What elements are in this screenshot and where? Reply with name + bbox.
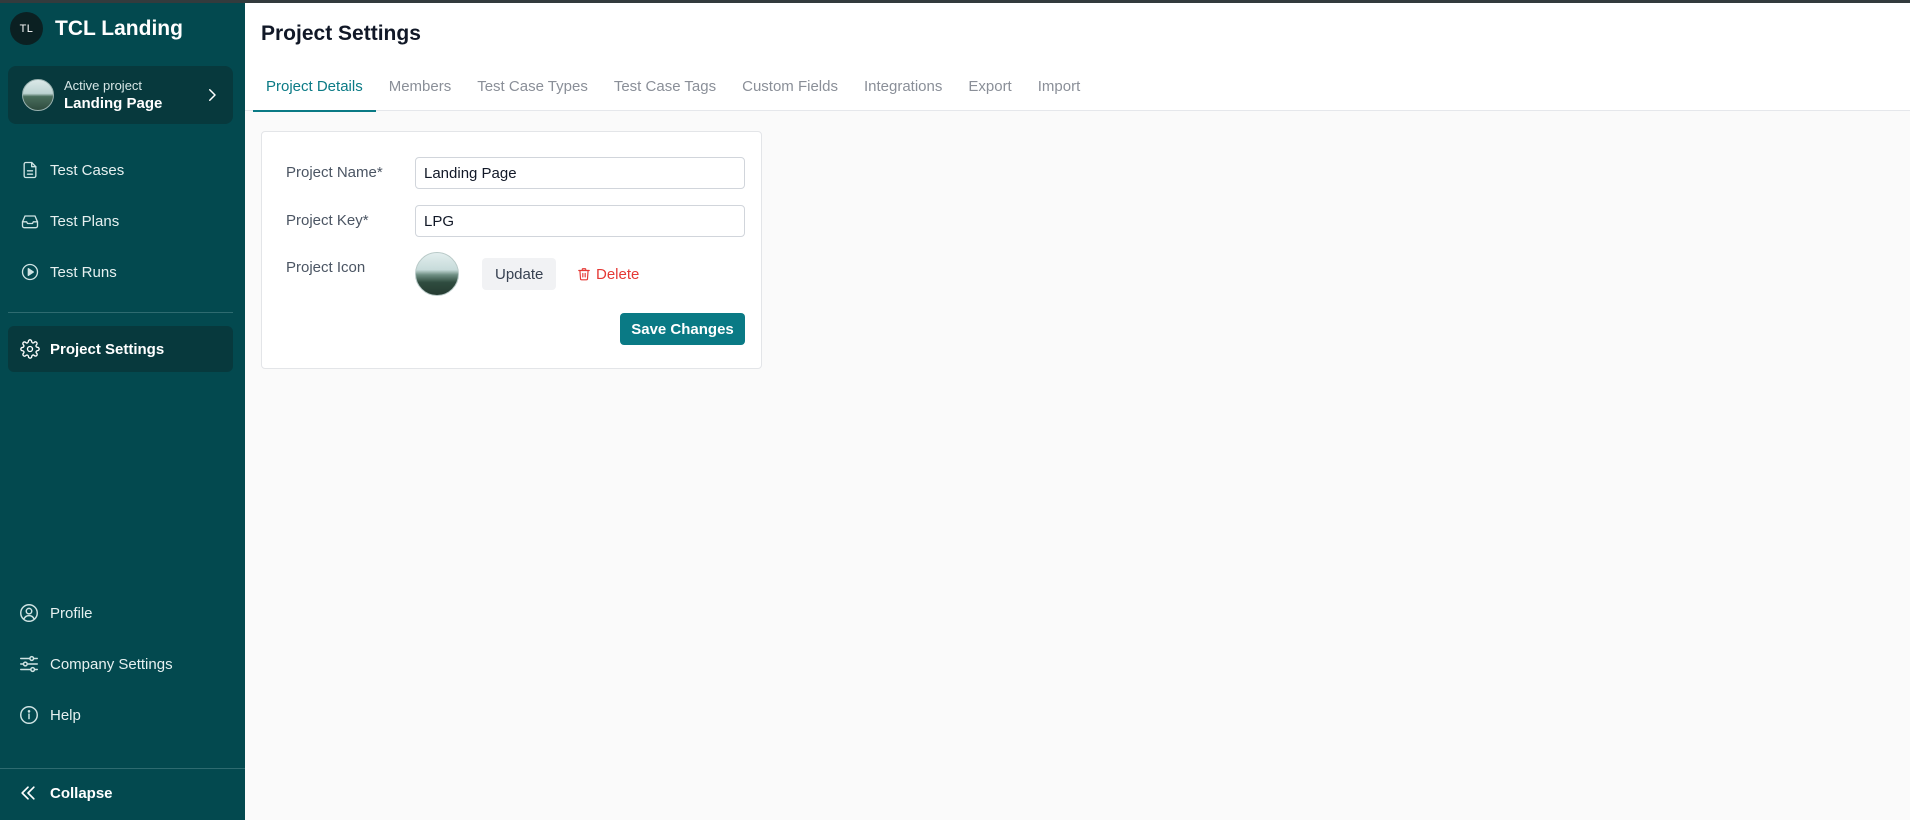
sliders-icon [20,655,38,673]
settings-tabs: Project Details Members Test Case Types … [253,66,1094,112]
info-icon [20,706,38,724]
brand-logo: TL [10,12,43,45]
sidebar-item-label: Help [50,706,81,724]
sidebar-item-label: Project Settings [50,340,165,358]
project-icon-label: Project Icon [286,259,366,276]
sidebar-item-company-settings[interactable]: Company Settings [18,649,173,679]
save-changes-button[interactable]: Save Changes [620,313,745,345]
sidebar-bottom-divider [0,768,245,769]
page-title: Project Settings [261,22,421,45]
delete-icon-button[interactable]: Delete [577,258,639,290]
sidebar-item-label: Company Settings [50,655,173,673]
active-project-name: Landing Page [64,95,163,112]
sidebar-item-label: Test Cases [50,161,125,179]
user-circle-icon [20,604,38,622]
sidebar-divider [8,312,233,313]
project-icon-preview [415,252,459,296]
sidebar-item-test-plans[interactable]: Test Plans [8,198,233,244]
document-icon [23,161,37,179]
project-name-label: Project Name* [286,164,383,181]
chevron-right-icon [209,89,216,101]
tab-members[interactable]: Members [376,66,465,111]
sidebar-item-project-settings[interactable]: Project Settings [8,326,233,372]
brand-name: TCL Landing [55,16,183,40]
page-header: Project Settings Project Details Members… [245,0,1910,112]
tab-test-case-types[interactable]: Test Case Types [464,66,601,111]
brand[interactable]: TL TCL Landing [10,12,183,45]
sidebar-item-label: Profile [50,604,93,622]
active-project-texts: Active project Landing Page [64,78,203,112]
main-content: Project Settings Project Details Members… [245,0,1910,820]
sidebar-item-test-runs[interactable]: Test Runs [8,249,233,295]
sidebar-item-label: Test Plans [50,212,120,230]
sidebar-item-profile[interactable]: Profile [18,598,93,628]
collapse-sidebar-button[interactable]: Collapse [18,783,113,803]
play-circle-icon [21,263,39,281]
tab-export[interactable]: Export [955,66,1024,111]
tab-import[interactable]: Import [1025,66,1094,111]
collapse-label: Collapse [50,784,113,802]
trash-icon [578,268,590,281]
sidebar-item-label: Test Runs [50,263,117,281]
project-key-input[interactable] [415,205,745,237]
chevrons-left-icon [21,786,35,800]
active-project-caption: Active project [64,78,143,93]
window-top-border [0,0,1910,3]
delete-label: Delete [596,265,640,283]
active-project-switcher[interactable]: Active project Landing Page [8,66,233,124]
sidebar: TL TCL Landing Active project Landing Pa… [0,0,245,820]
sidebar-item-test-cases[interactable]: Test Cases [8,147,233,193]
app-root: TL TCL Landing Active project Landing Pa… [0,0,1910,820]
inbox-icon [21,215,39,229]
tab-integrations[interactable]: Integrations [851,66,955,111]
update-icon-button[interactable]: Update [482,258,557,290]
sidebar-item-help[interactable]: Help [18,700,81,730]
project-name-input[interactable] [415,157,745,189]
project-avatar [22,79,54,111]
gear-icon [20,339,40,359]
tab-test-case-tags[interactable]: Test Case Tags [601,66,729,111]
tab-custom-fields[interactable]: Custom Fields [729,66,851,111]
project-details-form: Project Name* Project Key* Project Icon … [261,131,762,369]
tab-project-details[interactable]: Project Details [253,66,376,112]
project-key-label: Project Key* [286,212,369,229]
